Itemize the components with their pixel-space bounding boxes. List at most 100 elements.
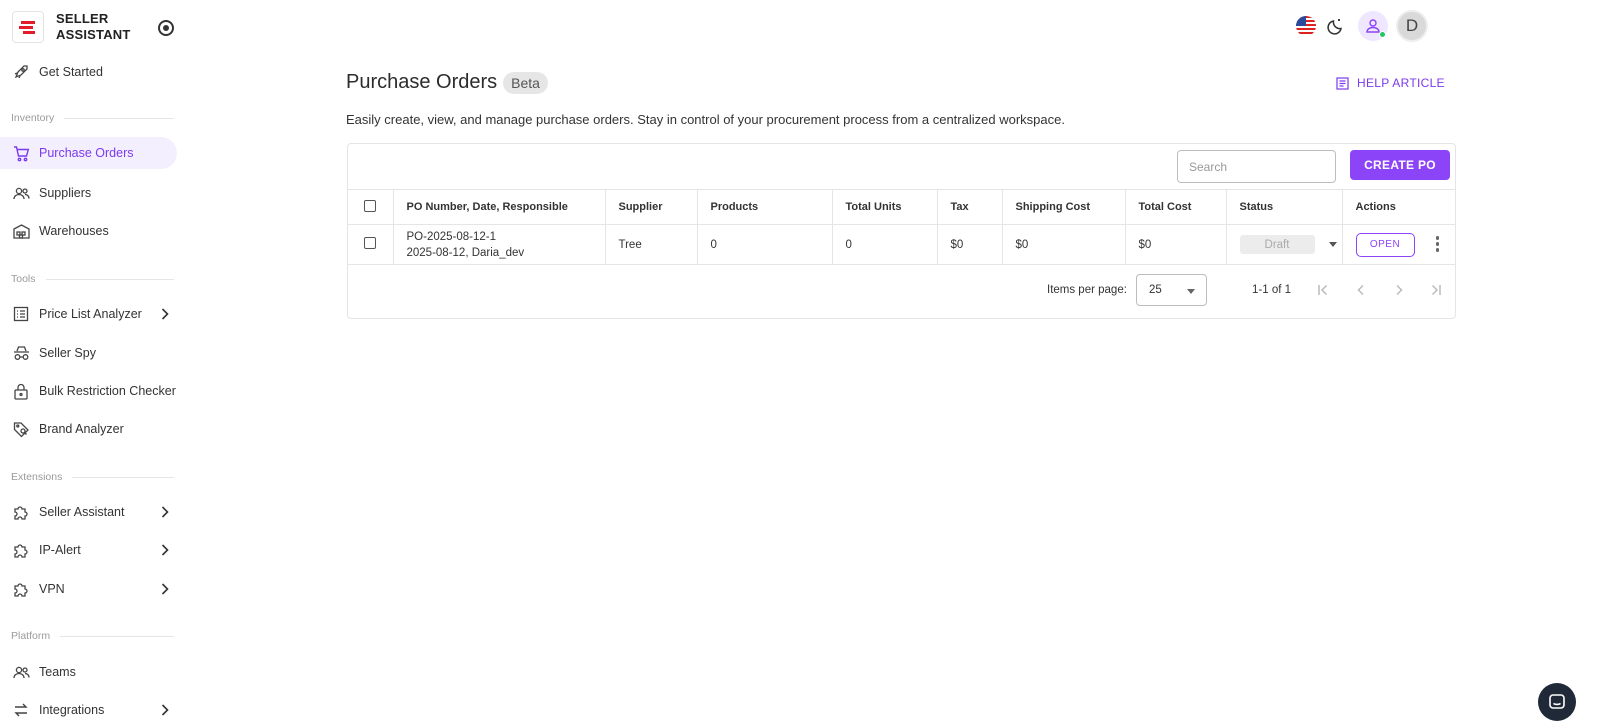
- chevron-right-icon: [158, 582, 172, 596]
- sidebar-item-warehouses[interactable]: Warehouses: [0, 215, 177, 247]
- spy-icon: [12, 344, 30, 362]
- swap-icon: [12, 701, 30, 719]
- status-cell: Draft: [1226, 224, 1343, 265]
- select-all-checkbox[interactable]: [364, 199, 376, 212]
- sidebar-item-label: Seller Assistant: [39, 505, 125, 519]
- header-supplier[interactable]: Supplier: [605, 189, 698, 225]
- tax-cell: $0: [937, 224, 1003, 265]
- cart-icon: [12, 144, 30, 162]
- warehouse-icon: [12, 222, 30, 240]
- header-status[interactable]: Status: [1226, 189, 1343, 225]
- sidebar: SELLER ASSISTANT Get Started Inventory P…: [0, 0, 180, 724]
- page-subtitle: Easily create, view, and manage purchase…: [346, 112, 1065, 127]
- status-badge: Draft: [1239, 235, 1315, 254]
- sidebar-item-teams[interactable]: Teams: [0, 656, 177, 688]
- section-label-tools: Tools: [11, 273, 174, 285]
- items-per-page-select[interactable]: 25: [1136, 274, 1207, 306]
- create-po-button[interactable]: CREATE PO: [1350, 150, 1450, 180]
- page-range-label: 1-1 of 1: [1252, 284, 1291, 296]
- rocket-icon: [12, 63, 30, 81]
- puzzle-icon: [12, 580, 30, 598]
- sidebar-item-vpn[interactable]: VPN: [0, 573, 177, 605]
- row-select-cell: [348, 224, 394, 265]
- header-total-cost[interactable]: Total Cost: [1125, 189, 1227, 225]
- sidebar-item-suppliers[interactable]: Suppliers: [0, 177, 177, 209]
- po-number[interactable]: PO-2025-08-12-1: [407, 229, 605, 245]
- page-title: Purchase Orders Beta: [346, 71, 548, 94]
- supplier-cell: Tree: [605, 224, 698, 265]
- chevron-right-icon: [158, 307, 172, 321]
- search-input[interactable]: [1177, 150, 1336, 183]
- header-products[interactable]: Products: [697, 189, 833, 225]
- table-row[interactable]: PO-2025-08-12-1 2025-08-12, Daria_dev Tr…: [348, 224, 1455, 265]
- header-tax[interactable]: Tax: [937, 189, 1003, 225]
- header-total-units[interactable]: Total Units: [832, 189, 938, 225]
- users-icon: [12, 184, 30, 202]
- sidebar-item-label: Get Started: [39, 65, 103, 79]
- sidebar-item-price-list-analyzer[interactable]: Price List Analyzer: [0, 298, 177, 330]
- list-icon: [12, 305, 30, 323]
- chat-launcher-icon[interactable]: [1538, 683, 1576, 721]
- topbar-actions: D: [1296, 10, 1428, 42]
- chevron-right-icon: [158, 543, 172, 557]
- sidebar-item-label: Purchase Orders: [39, 146, 134, 160]
- sidebar-item-seller-assistant[interactable]: Seller Assistant: [0, 496, 177, 528]
- section-label-extensions: Extensions: [11, 471, 174, 483]
- previous-page-icon[interactable]: [1352, 281, 1370, 299]
- section-label-inventory: Inventory: [11, 112, 174, 124]
- sidebar-item-get-started[interactable]: Get Started: [0, 56, 177, 88]
- beta-badge: Beta: [503, 71, 548, 94]
- sidebar-item-integrations[interactable]: Integrations: [0, 694, 177, 724]
- sidebar-item-label: Brand Analyzer: [39, 422, 124, 436]
- us-flag-icon[interactable]: [1296, 16, 1316, 36]
- page-title-text: Purchase Orders: [346, 71, 498, 93]
- sidebar-item-purchase-orders[interactable]: Purchase Orders: [0, 137, 177, 169]
- help-article-label: HELP ARTICLE: [1357, 76, 1445, 90]
- sidebar-item-label: Price List Analyzer: [39, 307, 142, 321]
- total-cost-cell: $0: [1125, 224, 1227, 265]
- puzzle-icon: [12, 541, 30, 559]
- account-icon[interactable]: [1358, 11, 1388, 41]
- more-vertical-icon[interactable]: [1435, 236, 1440, 252]
- shipping-cost-cell: $0: [1002, 224, 1126, 265]
- next-page-icon[interactable]: [1390, 281, 1408, 299]
- sidebar-item-label: IP-Alert: [39, 543, 81, 557]
- sidebar-item-label: Seller Spy: [39, 346, 96, 360]
- caret-down-icon: [1187, 289, 1195, 294]
- sidebar-item-label: VPN: [39, 582, 65, 596]
- brand-name: SELLER ASSISTANT: [56, 11, 136, 43]
- header-actions: Actions: [1342, 189, 1455, 225]
- dark-mode-moon-icon[interactable]: [1326, 16, 1346, 36]
- paginator: Items per page: 25 1-1 of 1: [348, 274, 1455, 308]
- puzzle-icon: [12, 503, 30, 521]
- brand-line-1: SELLER: [56, 11, 109, 26]
- purchase-orders-table: PO Number, Date, Responsible Supplier Pr…: [348, 189, 1455, 265]
- article-icon: [1336, 76, 1349, 90]
- tag-search-icon: [12, 420, 30, 438]
- select-all-header: [348, 189, 394, 225]
- help-article-link[interactable]: HELP ARTICLE: [1336, 76, 1445, 90]
- po-date-responsible: 2025-08-12, Daria_dev: [406, 246, 525, 259]
- sidebar-collapse-icon[interactable]: [158, 20, 174, 36]
- actions-cell: OPEN: [1342, 224, 1455, 265]
- brand-logo-icon: [12, 11, 44, 43]
- status-select[interactable]: Draft: [1239, 235, 1342, 254]
- sidebar-item-ip-alert[interactable]: IP-Alert: [0, 534, 177, 566]
- row-checkbox[interactable]: [364, 237, 376, 249]
- sidebar-item-label: Teams: [39, 665, 76, 679]
- last-page-icon[interactable]: [1427, 281, 1445, 299]
- first-page-icon[interactable]: [1314, 281, 1332, 299]
- open-button[interactable]: OPEN: [1355, 232, 1415, 257]
- sidebar-item-seller-spy[interactable]: Seller Spy: [0, 337, 177, 369]
- header-shipping-cost[interactable]: Shipping Cost: [1002, 189, 1126, 225]
- brand[interactable]: SELLER ASSISTANT: [12, 11, 136, 43]
- section-label-platform: Platform: [11, 630, 174, 642]
- avatar[interactable]: D: [1396, 10, 1428, 42]
- sidebar-item-label: Suppliers: [39, 186, 92, 200]
- online-status-dot: [1379, 31, 1386, 38]
- brand-line-2: ASSISTANT: [56, 27, 131, 42]
- sidebar-item-brand-analyzer[interactable]: Brand Analyzer: [0, 413, 177, 445]
- sidebar-item-bulk-restriction-checker[interactable]: Bulk Restriction Checker: [0, 375, 177, 407]
- header-po[interactable]: PO Number, Date, Responsible: [393, 189, 606, 225]
- items-per-page-label: Items per page:: [1047, 284, 1127, 296]
